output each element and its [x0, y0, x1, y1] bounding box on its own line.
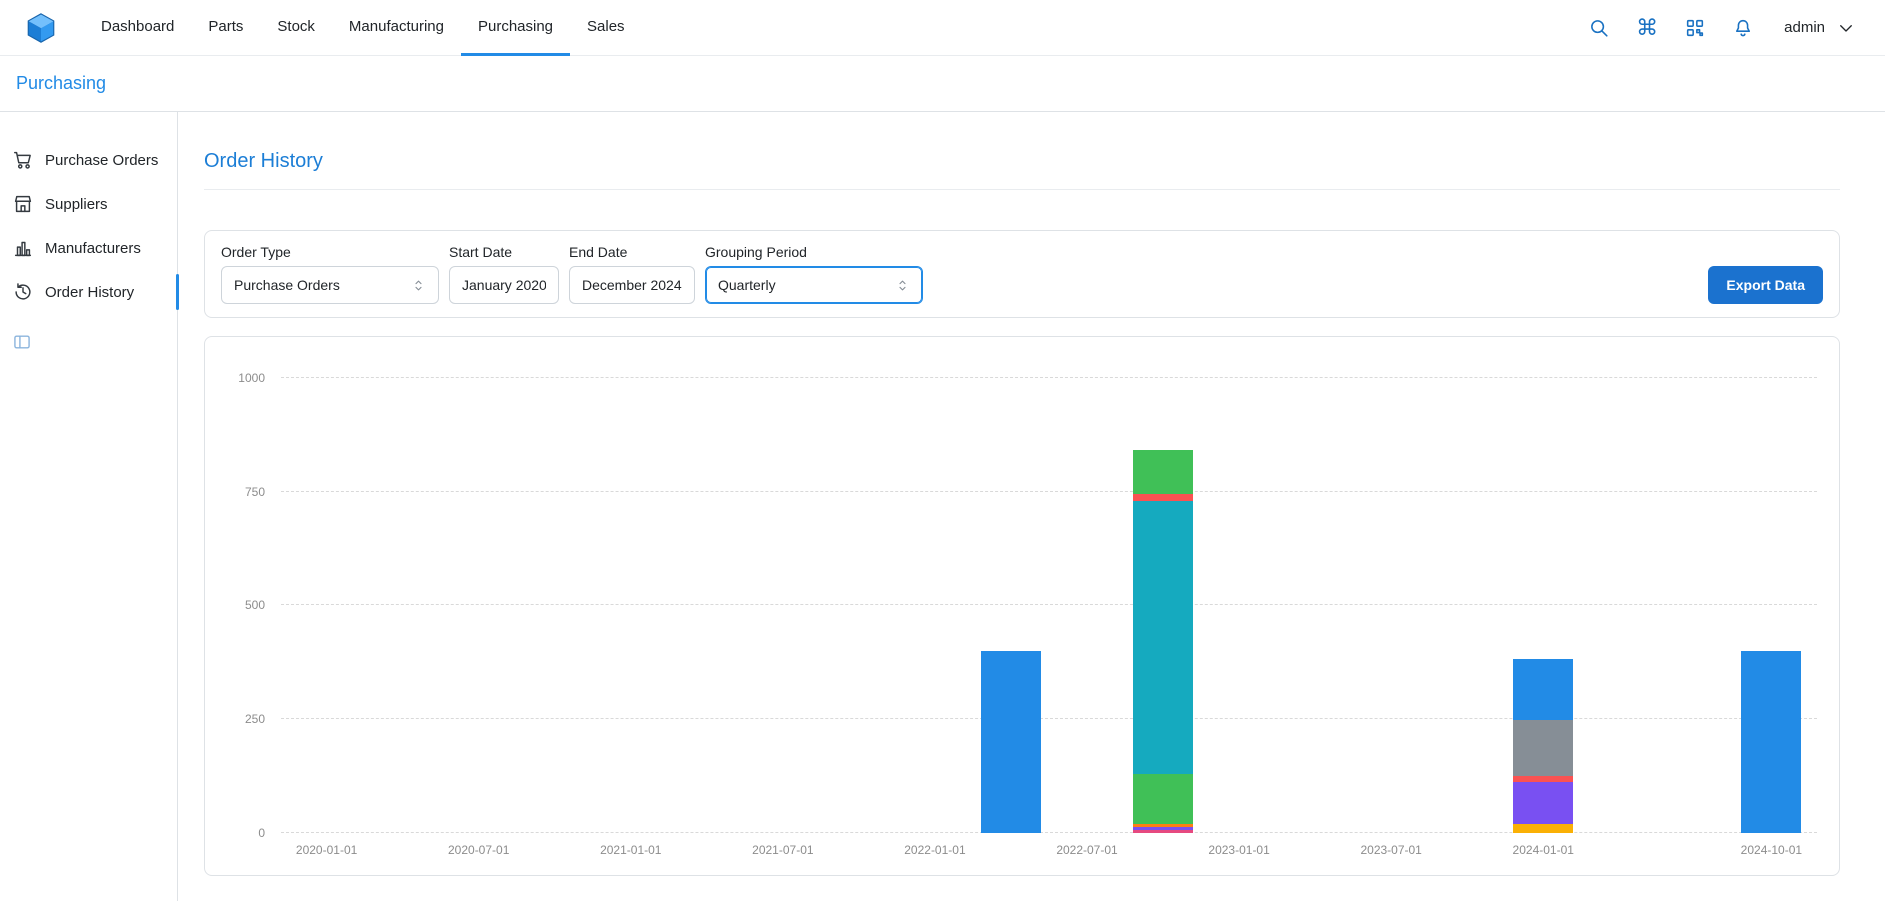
x-axis-tick: 2023-07-01 [1360, 843, 1421, 857]
navbar-tabs: DashboardPartsStockManufacturingPurchasi… [84, 0, 642, 56]
x-axis-tick: 2024-10-01 [1741, 843, 1802, 857]
y-axis-tick: 500 [245, 598, 265, 612]
end-date-label: End Date [569, 244, 695, 260]
tab-manufacturing[interactable]: Manufacturing [332, 0, 461, 56]
x-axis-tick: 2020-07-01 [448, 843, 509, 857]
title-divider [204, 189, 1840, 190]
command-icon: ⌘ [1636, 17, 1658, 39]
tab-dashboard[interactable]: Dashboard [84, 0, 191, 56]
x-axis-tick: 2023-01-01 [1208, 843, 1269, 857]
bar-segment [1513, 720, 1573, 776]
collapse-sidebar-button[interactable] [12, 332, 32, 352]
search-button[interactable] [1586, 15, 1612, 41]
x-axis-tick: 2022-01-01 [904, 843, 965, 857]
grouping-period-filter: Grouping Period Quarterly [705, 244, 923, 304]
end-date-filter: End Date [569, 244, 695, 304]
bar-segment [1513, 659, 1573, 720]
top-navbar: DashboardPartsStockManufacturingPurchasi… [0, 0, 1885, 56]
sidebar: Purchase Orders Suppliers Manufacturers Ord… [0, 112, 178, 901]
bar-2022-10-01[interactable] [1133, 450, 1193, 833]
sidebar-items: Purchase Orders Suppliers Manufacturers Ord… [0, 138, 177, 314]
content-area: Purchase Orders Suppliers Manufacturers Ord… [0, 112, 1885, 901]
export-data-button[interactable]: Export Data [1708, 266, 1823, 304]
bar-segment [1133, 501, 1193, 774]
gridline-750 [281, 491, 1817, 492]
search-icon [1588, 17, 1610, 39]
start-date-label: Start Date [449, 244, 559, 260]
bar-segment [1133, 450, 1193, 495]
building-store-icon [12, 193, 34, 215]
selector-unfold-icon [895, 278, 910, 293]
chevron-down-icon [1837, 19, 1855, 37]
order-type-select[interactable]: Purchase Orders [221, 266, 439, 304]
order-type-label: Order Type [221, 244, 439, 260]
chart-body: 02505007501000 [217, 355, 1827, 833]
user-menu[interactable]: admin [1778, 18, 1861, 38]
sidebar-item-label: Purchase Orders [45, 152, 158, 169]
inventree-logo-icon [24, 11, 58, 45]
bar-segment [1741, 651, 1801, 833]
app-logo[interactable] [24, 11, 58, 45]
y-axis-tick: 1000 [238, 371, 265, 385]
order-type-value: Purchase Orders [234, 277, 340, 293]
tab-sales[interactable]: Sales [570, 0, 642, 56]
barcode-scan-button[interactable] [1682, 15, 1708, 41]
tab-purchasing[interactable]: Purchasing [461, 0, 570, 56]
sidebar-item-manufacturers[interactable]: Manufacturers [0, 226, 177, 270]
bar-segment [981, 651, 1041, 833]
bar-2024-01-01[interactable] [1513, 659, 1573, 833]
main-panel: Order History Order Type Purchase Orders… [178, 112, 1885, 901]
gridline-1000 [281, 377, 1817, 378]
sidebar-item-label: Manufacturers [45, 240, 141, 257]
user-name: admin [1784, 19, 1825, 36]
tab-stock[interactable]: Stock [260, 0, 332, 56]
barcode-scan-icon [1684, 17, 1706, 39]
bar-segment [1133, 774, 1193, 824]
navbar-actions: ⌘ admin [1586, 15, 1861, 41]
sidebar-item-label: Suppliers [45, 196, 108, 213]
page-title: Order History [204, 150, 1840, 173]
sidebar-item-suppliers[interactable]: Suppliers [0, 182, 177, 226]
grouping-period-select[interactable]: Quarterly [705, 266, 923, 304]
bar-segment [1513, 782, 1573, 824]
end-date-input[interactable] [569, 266, 695, 304]
y-axis-tick: 250 [245, 712, 265, 726]
selector-unfold-icon [411, 278, 426, 293]
chart-bars-icon [12, 237, 34, 259]
shopping-cart-icon [12, 149, 34, 171]
breadcrumb-purchasing[interactable]: Purchasing [16, 73, 106, 93]
tab-parts[interactable]: Parts [191, 0, 260, 56]
x-axis-tick: 2022-07-01 [1056, 843, 1117, 857]
chart-x-axis: 2020-01-01 2020-07-01 2021-01-01 2021-07-01… [281, 833, 1817, 867]
order-history-chart-card: 0 250 500 750 1000 2020-01-01 2020-07-01 2021-… [204, 336, 1840, 876]
grouping-period-label: Grouping Period [705, 244, 923, 260]
start-date-input[interactable] [449, 266, 559, 304]
grouping-period-value: Quarterly [718, 277, 776, 293]
history-icon [12, 281, 34, 303]
y-axis-tick: 0 [258, 826, 265, 840]
notifications-bell-icon [1732, 17, 1754, 39]
x-axis-tick: 2021-07-01 [752, 843, 813, 857]
order-type-filter: Order Type Purchase Orders [221, 244, 439, 304]
sidebar-item-order-history[interactable]: Order History [0, 270, 177, 314]
sidebar-item-purchase-orders[interactable]: Purchase Orders [0, 138, 177, 182]
sidebar-panel-icon [12, 332, 32, 352]
x-axis-tick: 2020-01-01 [296, 843, 357, 857]
filter-card: Order Type Purchase Orders Start Date En… [204, 230, 1840, 318]
breadcrumb-bar: Purchasing [0, 56, 1885, 112]
bar-segment [1513, 824, 1573, 833]
chart-y-axis: 02505007501000 [217, 355, 273, 833]
sidebar-item-label: Order History [45, 284, 134, 301]
bar-2022-04-01[interactable] [981, 651, 1041, 833]
gridline-250 [281, 718, 1817, 719]
chart-plot [281, 355, 1817, 833]
gridline-500 [281, 604, 1817, 605]
spotlight-button[interactable]: ⌘ [1634, 15, 1660, 41]
notifications-button[interactable] [1730, 15, 1756, 41]
y-axis-tick: 750 [245, 485, 265, 499]
x-axis-tick: 2021-01-01 [600, 843, 661, 857]
x-axis-tick: 2024-01-01 [1513, 843, 1574, 857]
start-date-filter: Start Date [449, 244, 559, 304]
bar-2024-10-01[interactable] [1741, 651, 1801, 833]
